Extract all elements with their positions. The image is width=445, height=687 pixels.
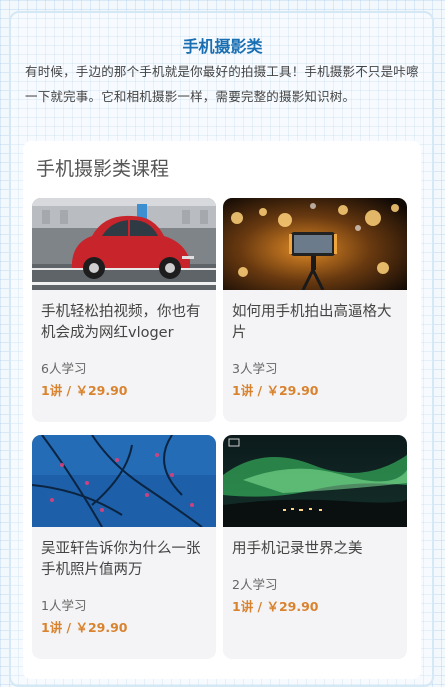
phone-on-tripod-bokeh-photo [223,198,407,290]
course-title: 吴亚轩告诉你为什么一张手机照片值两万 [41,541,201,578]
course-price: 1讲 / ￥29.90 [41,620,128,635]
course-title: 用手机记录世界之美 [232,541,363,557]
learner-count: 2人学习 [232,577,278,592]
course-card[interactable]: 吴亚轩告诉你为什么一张手机照片值两万 1人学习 1讲 / ￥29.90 [32,435,216,659]
section-title: 手机摄影类课程 [36,158,170,180]
aurora-night-photo [223,435,407,527]
course-title: 手机轻松拍视频，你也有机会成为网红vloger [41,304,201,341]
learner-count: 1人学习 [41,598,87,613]
course-card[interactable]: 用手机记录世界之美 2人学习 1讲 / ￥29.90 [223,435,407,659]
learner-count: 6人学习 [41,361,87,376]
course-price: 1讲 / ￥29.90 [232,383,319,398]
course-price: 1讲 / ￥29.90 [41,383,128,398]
course-card[interactable]: 手机轻松拍视频，你也有机会成为网红vloger 6人学习 1讲 / ￥29.90 [32,198,216,422]
learner-count: 3人学习 [232,361,278,376]
intro-text: 有时候，手边的那个手机就是你最好的拍摄工具！手机摄影不只是咔嚓一下就完事。它和相… [25,64,419,104]
course-card[interactable]: 如何用手机拍出高逼格大片 3人学习 1讲 / ￥29.90 [223,198,407,422]
red-beetle-car-photo [32,198,216,290]
course-title: 如何用手机拍出高逼格大片 [232,304,392,341]
blue-water-branches-photo [32,435,216,527]
course-price: 1讲 / ￥29.90 [232,599,319,614]
page-title: 手机摄影类 [182,37,263,56]
